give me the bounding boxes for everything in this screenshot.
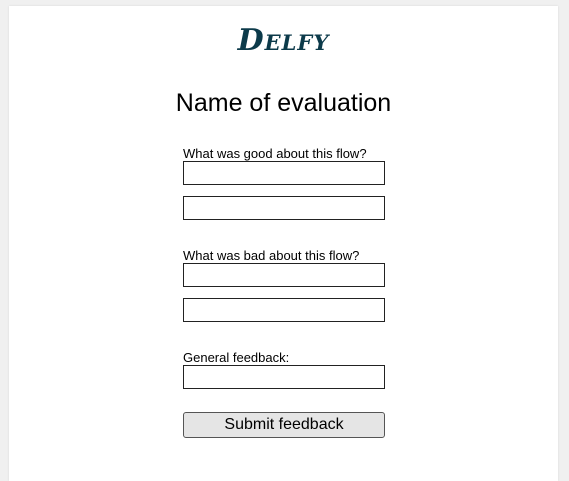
bad-feedback-label: What was bad about this flow? — [183, 248, 360, 263]
general-feedback-label: General feedback: — [183, 350, 290, 365]
bad-feedback-input-2[interactable] — [183, 298, 385, 322]
general-feedback-input[interactable] — [183, 365, 385, 389]
good-feedback-label: What was good about this flow? — [183, 146, 367, 161]
page-title: Name of evaluation — [175, 89, 392, 117]
feedback-form: What was good about this flow? What was … — [183, 146, 385, 438]
good-feedback-input-1[interactable] — [183, 161, 385, 185]
good-feedback-input-2[interactable] — [183, 196, 385, 220]
bad-feedback-input-1[interactable] — [183, 263, 385, 287]
evaluation-card: Delfy Name of evaluation What was good a… — [9, 6, 558, 481]
submit-feedback-button[interactable]: Submit feedback — [183, 412, 385, 438]
delfy-logo: Delfy — [237, 23, 330, 58]
